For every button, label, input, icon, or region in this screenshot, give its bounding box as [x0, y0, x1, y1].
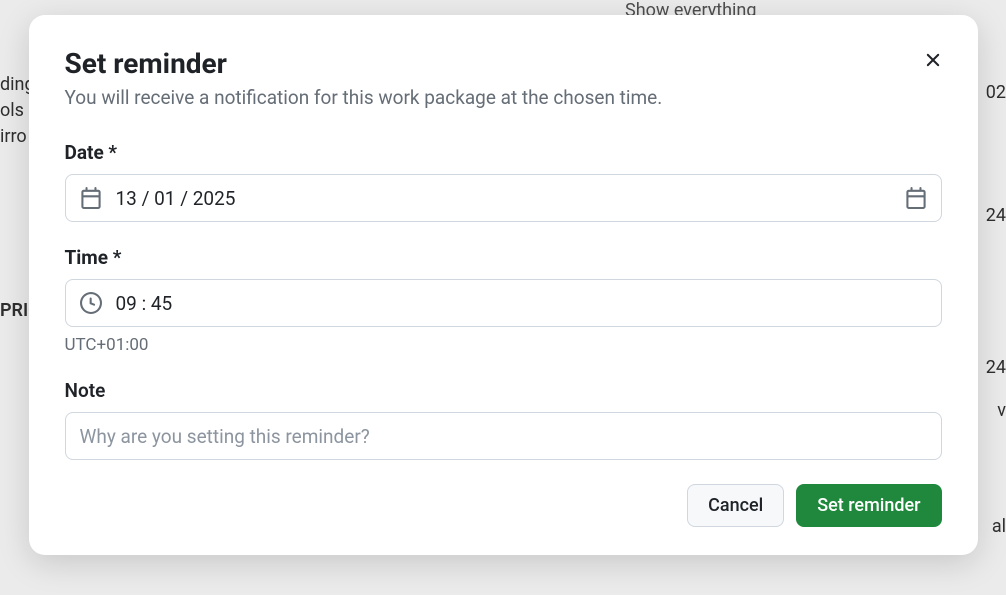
note-field-group: Note: [65, 379, 942, 460]
modal-overlay: Set reminder You will receive a notifica…: [0, 0, 1006, 595]
modal-footer: Cancel Set reminder: [65, 484, 942, 527]
time-input[interactable]: [65, 279, 942, 327]
cancel-button[interactable]: Cancel: [687, 484, 784, 527]
time-value[interactable]: [116, 292, 927, 315]
note-input-wrapper[interactable]: [65, 412, 942, 460]
set-reminder-button[interactable]: Set reminder: [796, 484, 941, 527]
note-input[interactable]: [80, 425, 927, 448]
timezone-helper: UTC+01:00: [65, 335, 942, 355]
date-input[interactable]: [65, 174, 942, 222]
note-label: Note: [65, 379, 942, 402]
calendar-picker-icon[interactable]: [905, 187, 927, 209]
date-value[interactable]: [116, 187, 895, 210]
modal-subtitle: You will receive a notification for this…: [65, 86, 942, 109]
time-label: Time *: [65, 246, 942, 269]
time-field-group: Time * UTC+01:00: [65, 246, 942, 355]
modal-header: Set reminder You will receive a notifica…: [65, 47, 942, 109]
calendar-icon: [80, 187, 102, 209]
clock-icon: [80, 292, 102, 314]
date-label: Date *: [65, 141, 942, 164]
date-field-group: Date *: [65, 141, 942, 222]
close-icon: [922, 49, 944, 74]
modal-title: Set reminder: [65, 47, 942, 80]
set-reminder-modal: Set reminder You will receive a notifica…: [29, 15, 978, 555]
close-button[interactable]: [918, 45, 948, 78]
